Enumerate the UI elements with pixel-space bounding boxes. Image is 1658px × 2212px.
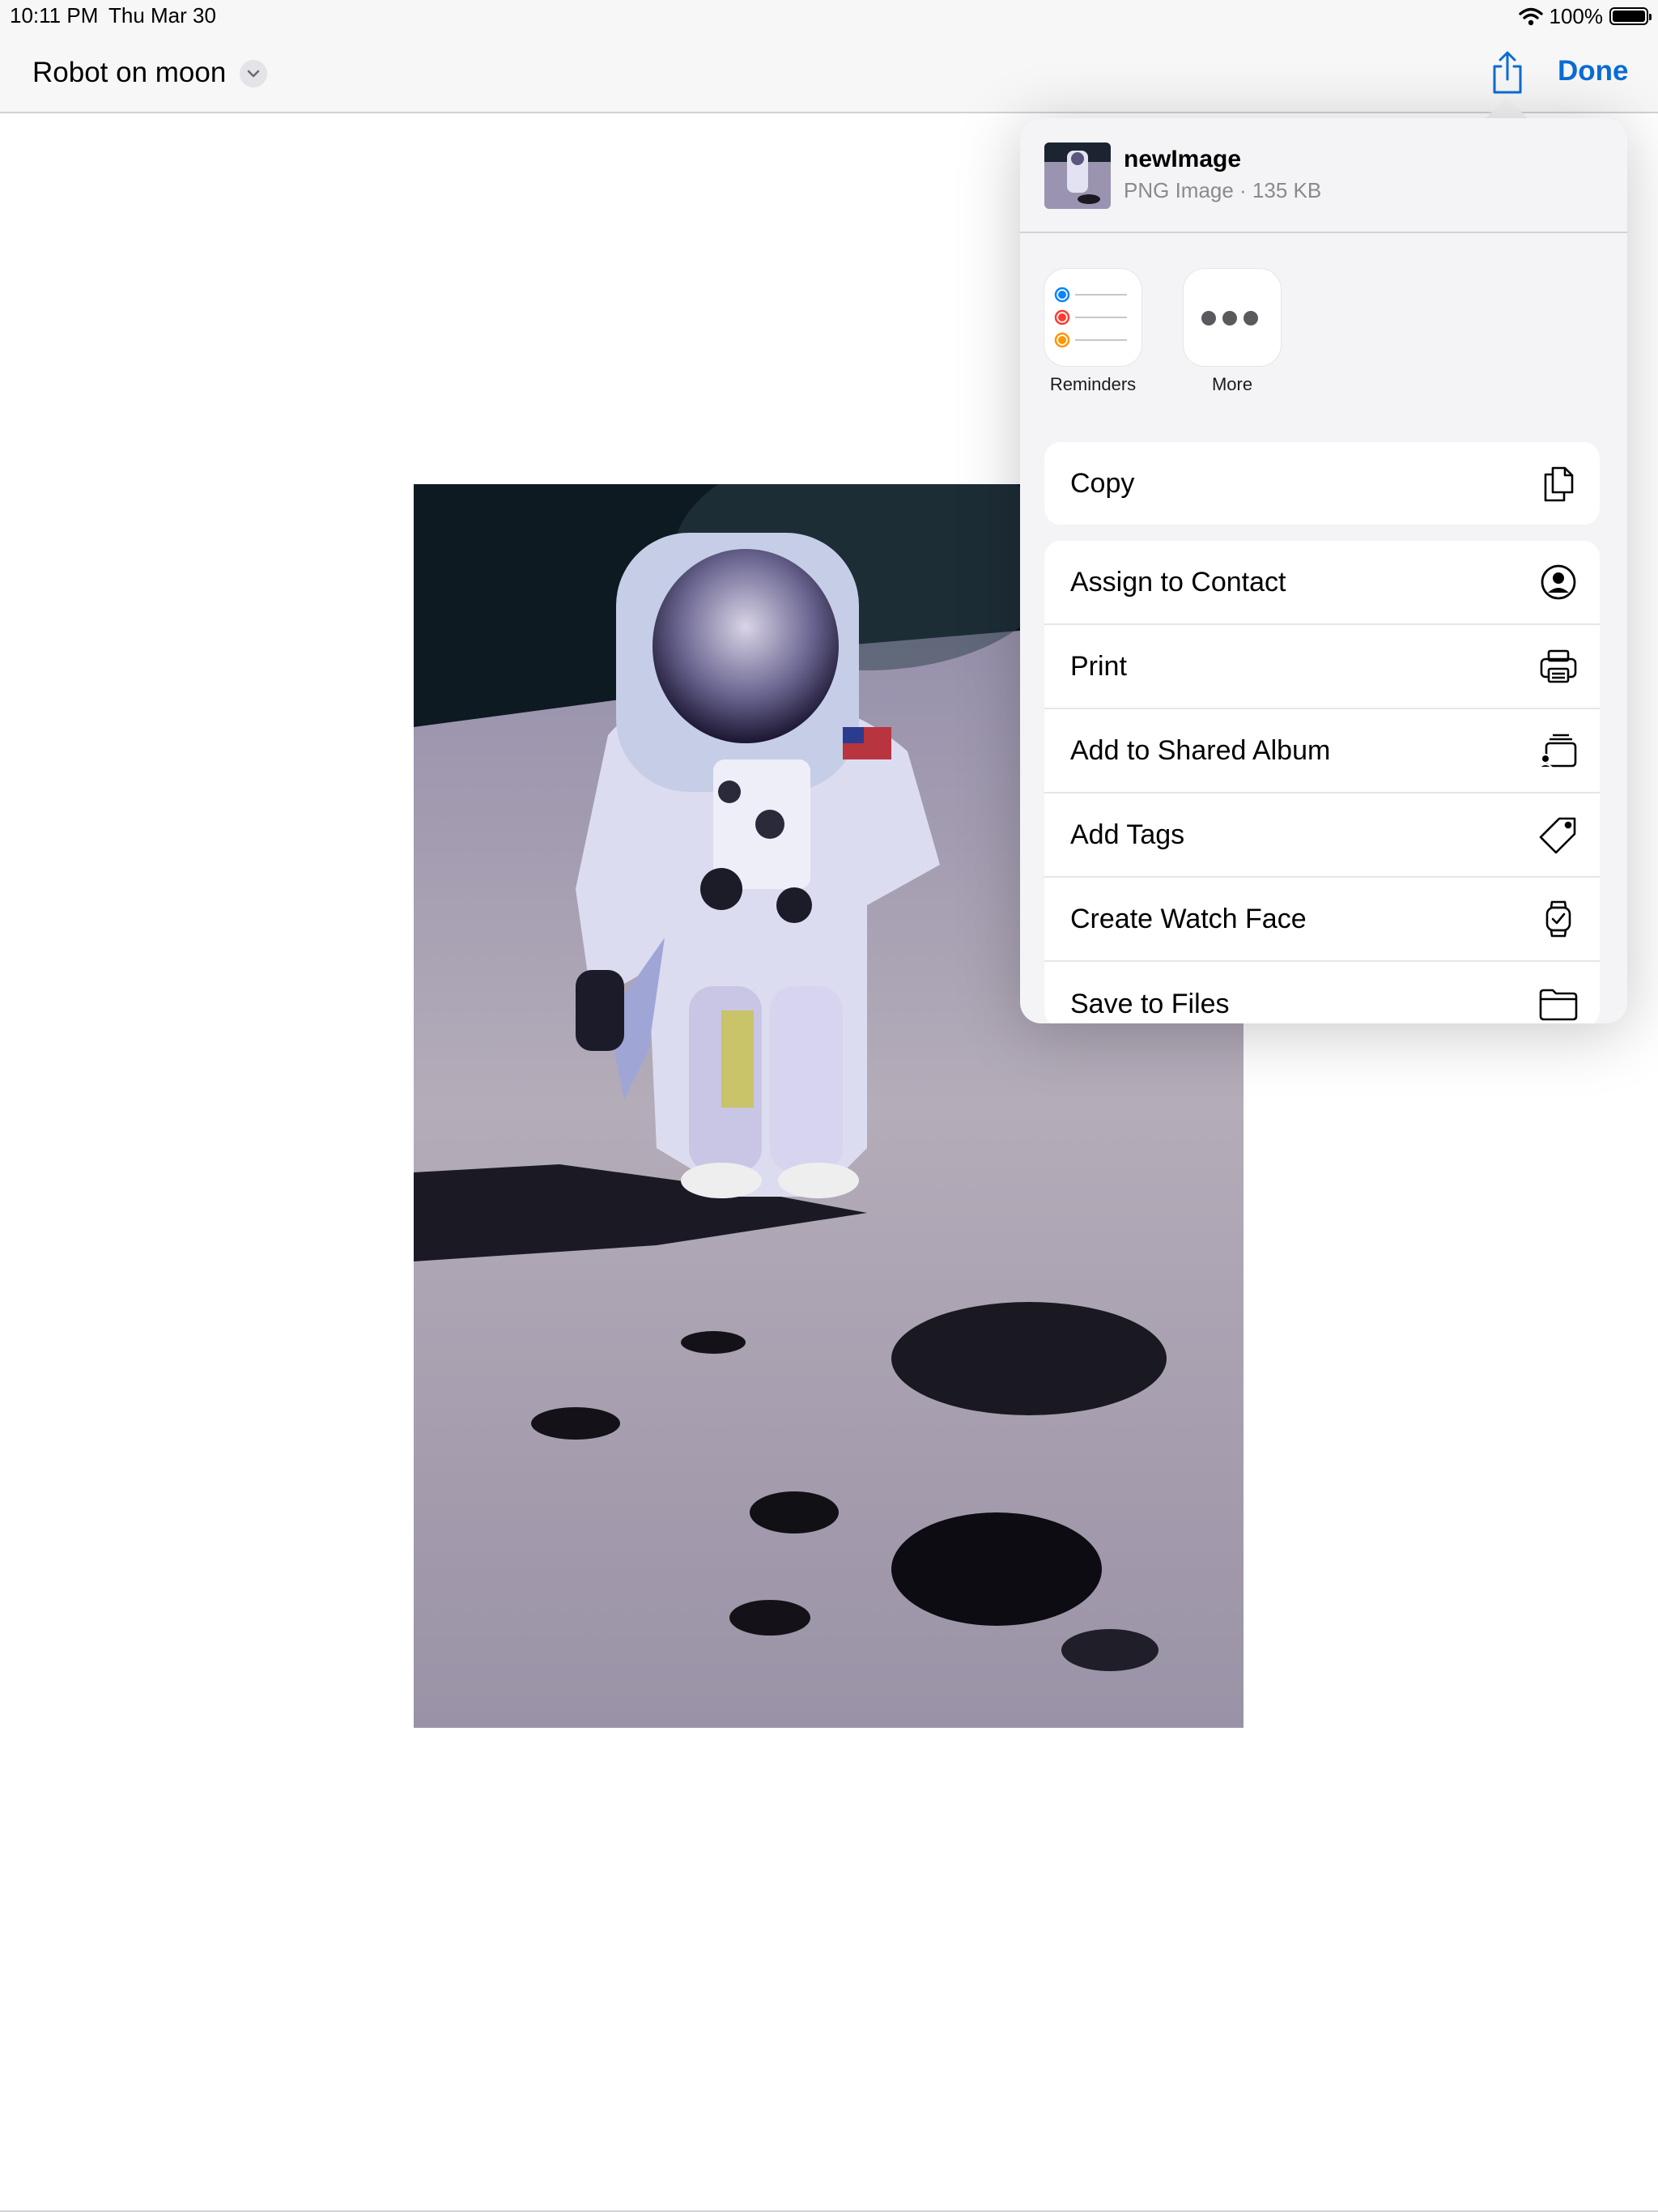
action-add-tags[interactable]: Add Tags [1044, 793, 1600, 878]
navigation-bar: Robot on moon Done [0, 32, 1658, 113]
shared-album-icon [1538, 730, 1579, 771]
action-save-to-files-label: Save to Files [1070, 988, 1230, 1019]
done-button[interactable]: Done [1558, 55, 1629, 87]
status-bar: 10:11 PM Thu Mar 30 100% [0, 0, 1658, 32]
title-menu-button[interactable] [240, 60, 267, 87]
action-create-watch-face-label: Create Watch Face [1070, 903, 1307, 934]
action-copy-label: Copy [1070, 467, 1135, 499]
tag-icon [1538, 815, 1579, 855]
action-save-to-files[interactable]: Save to Files [1044, 962, 1600, 1023]
watch-face-icon [1538, 899, 1579, 939]
action-add-to-shared-album-label: Add to Shared Album [1070, 734, 1331, 766]
more-apps-button[interactable] [1184, 269, 1281, 366]
status-time: 10:11 PM [10, 3, 99, 28]
chevron-down-icon [247, 70, 260, 78]
folder-icon [1538, 984, 1579, 1023]
battery-percent: 100% [1549, 3, 1604, 28]
action-assign-to-contact-label: Assign to Contact [1070, 566, 1286, 598]
wifi-icon [1518, 7, 1543, 26]
share-icon [1493, 51, 1522, 94]
document-title[interactable]: Robot on moon [32, 57, 226, 89]
reminders-label: Reminders [1049, 374, 1137, 394]
status-date: Thu Mar 30 [108, 3, 216, 28]
action-create-watch-face[interactable]: Create Watch Face [1044, 878, 1600, 962]
reminders-app-button[interactable] [1044, 269, 1141, 366]
actions-group-copy: Copy [1044, 442, 1600, 525]
action-copy[interactable]: Copy [1044, 442, 1600, 525]
printer-icon [1538, 646, 1579, 687]
battery-icon [1609, 7, 1652, 25]
more-label: More [1211, 374, 1253, 394]
reminders-icon [1054, 287, 1127, 348]
action-print[interactable]: Print [1044, 625, 1600, 709]
action-print-label: Print [1070, 650, 1127, 682]
file-thumbnail [1044, 143, 1111, 209]
action-add-tags-label: Add Tags [1070, 819, 1185, 850]
copy-icon [1538, 463, 1579, 504]
action-assign-to-contact[interactable]: Assign to Contact [1044, 541, 1600, 625]
actions-group-main: Assign to Contact Print Add to Shared Al… [1044, 541, 1600, 1023]
share-button[interactable] [1490, 50, 1525, 96]
file-name: newImage [1124, 146, 1242, 172]
action-add-to-shared-album[interactable]: Add to Shared Album [1044, 709, 1600, 793]
file-info: PNG Image · 135 KB [1124, 178, 1322, 202]
share-sheet: newImage PNG Image · 135 KB Reminders Mo… [1020, 118, 1627, 1023]
share-sheet-header: newImage PNG Image · 135 KB [1020, 118, 1627, 233]
more-icon [1201, 311, 1258, 325]
person-circle-icon [1538, 562, 1579, 602]
status-right: 100% [1518, 3, 1652, 29]
